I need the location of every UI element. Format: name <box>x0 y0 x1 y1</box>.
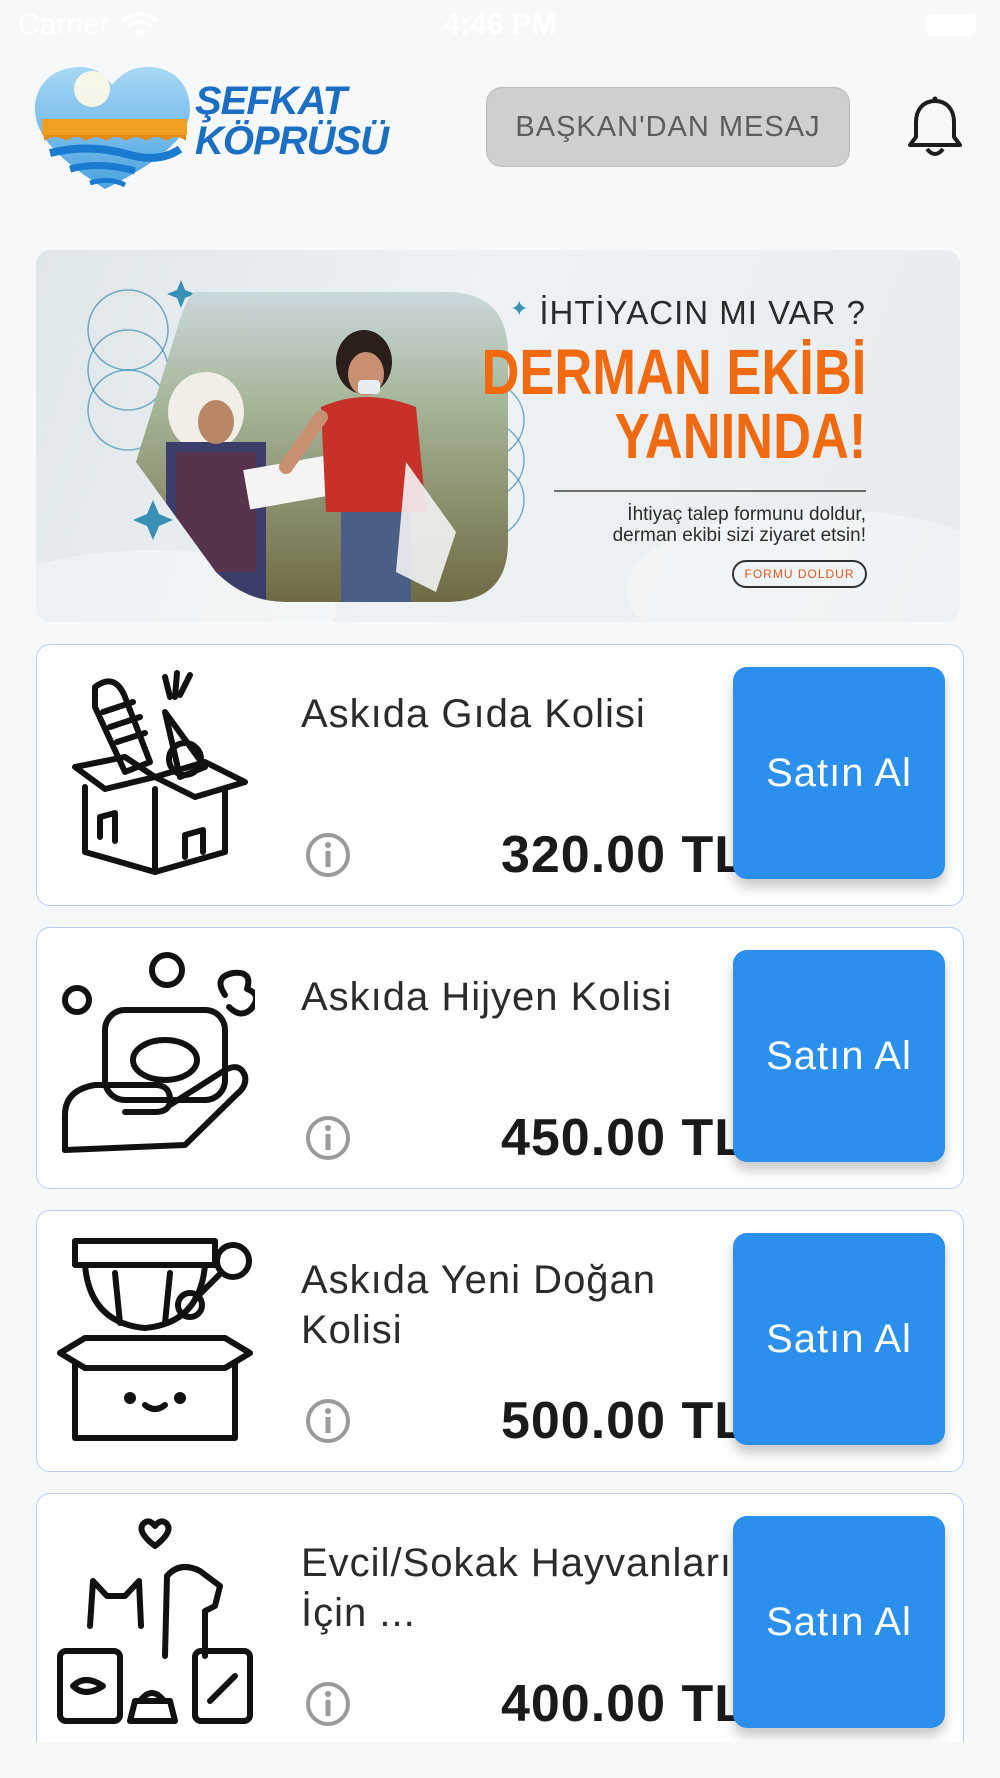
app-logo[interactable]: ŞEFKAT KÖPRÜSÜ <box>30 61 389 201</box>
product-card: Evcil/Sokak Hayvanları İçin ... 400.00 T… <box>36 1493 964 1755</box>
logo-wordmark: ŞEFKAT KÖPRÜSÜ <box>195 79 389 163</box>
mayor-message-button[interactable]: BAŞKAN'DAN MESAJ <box>486 87 850 167</box>
product-price: 320.00 TL <box>500 826 747 884</box>
product-price: 400.00 TL <box>500 1675 747 1733</box>
bell-icon[interactable] <box>905 95 965 161</box>
banner-description-line-1: İhtiyaç talep formunu doldur, <box>627 504 866 525</box>
banner-description: İhtiyaç talep formunu doldur, derman eki… <box>506 504 866 546</box>
sparkle-icon: ✦ <box>510 296 529 321</box>
product-price: 500.00 TL <box>500 1392 747 1450</box>
status-time: 4:46 PM <box>443 8 557 41</box>
product-price: 450.00 TL <box>500 1109 747 1167</box>
product-name: Askıda Yeni Doğan Kolisi <box>301 1258 657 1352</box>
product-card: Askıda Hijyen Kolisi 450.00 TL Satın Al <box>36 927 964 1189</box>
fill-form-button[interactable]: FORMU DOLDUR <box>732 560 867 588</box>
banner-question: İHTİYACIN MI VAR ? <box>539 294 866 331</box>
banner-headline-line-2: YANINDA! <box>614 400 866 472</box>
product-name: Evcil/Sokak Hayvanları İçin ... <box>301 1541 733 1635</box>
info-icon[interactable] <box>304 1397 352 1445</box>
hygiene-hand-icon <box>62 952 255 1153</box>
bottom-safe-area <box>0 1742 1000 1778</box>
info-icon[interactable] <box>304 831 352 879</box>
info-icon[interactable] <box>304 1680 352 1728</box>
product-name: Askıda Gıda Kolisi <box>301 692 646 736</box>
food-box-icon <box>72 670 248 875</box>
app-header: ŞEFKAT KÖPRÜSÜ BAŞKAN'DAN MESAJ <box>0 55 1000 205</box>
newborn-box-icon <box>57 1238 253 1441</box>
pet-food-icon <box>57 1518 253 1724</box>
banner-divider <box>554 490 866 492</box>
buy-button[interactable]: Satın Al <box>733 1233 945 1445</box>
product-card: Askıda Gıda Kolisi 320.00 TL Satın Al <box>36 644 964 906</box>
logo-line-1: ŞEFKAT <box>195 79 347 123</box>
need-help-banner[interactable]: ✦ İHTİYACIN MI VAR ? DERMAN EKİBİ YANIND… <box>36 250 960 622</box>
product-name: Askıda Hijyen Kolisi <box>301 975 673 1019</box>
info-icon[interactable] <box>304 1114 352 1162</box>
buy-button[interactable]: Satın Al <box>733 1516 945 1728</box>
buy-button[interactable]: Satın Al <box>733 667 945 879</box>
banner-description-line-2: derman ekibi sizi ziyaret etsin! <box>612 525 866 546</box>
banner-headline-line-1: DERMAN EKİBİ <box>481 336 866 408</box>
status-bar: Carrier 4:46 PM <box>0 0 1000 52</box>
buy-button[interactable]: Satın Al <box>733 950 945 1162</box>
battery-icon <box>926 14 976 36</box>
volunteer-photo <box>136 292 508 602</box>
banner-headline: DERMAN EKİBİ YANINDA! <box>481 340 866 468</box>
logo-line-2: KÖPRÜSÜ <box>195 119 389 163</box>
product-card: Askıda Yeni Doğan Kolisi 500.00 TL Satın… <box>36 1210 964 1472</box>
